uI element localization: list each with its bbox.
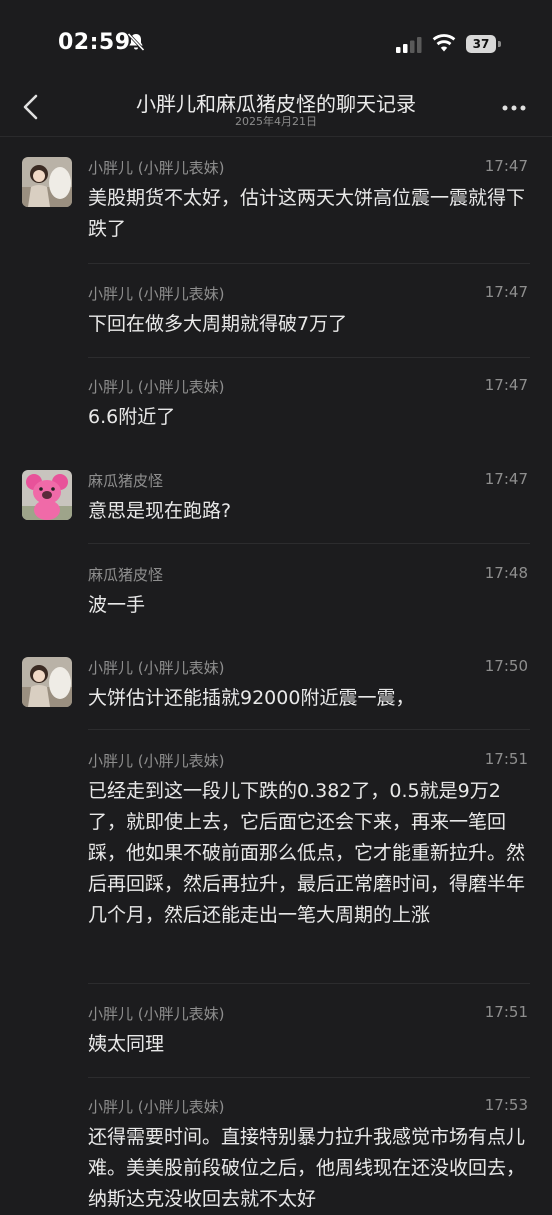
message-time: 17:51 xyxy=(484,750,528,768)
wifi-icon xyxy=(432,34,456,52)
message-time: 17:47 xyxy=(484,470,528,488)
avatar[interactable] xyxy=(22,157,72,207)
message-text: 意思是现在跑路? xyxy=(88,500,232,522)
sender-name: 小胖儿 (小胖儿表妹) xyxy=(88,1005,225,1023)
divider xyxy=(88,543,530,544)
page-date: 2025年4月21日 xyxy=(235,115,317,128)
message-time: 17:47 xyxy=(484,376,528,394)
message-time: 17:53 xyxy=(484,1096,528,1114)
divider xyxy=(88,729,530,730)
message-text: 波一手 xyxy=(88,594,146,616)
battery-level: 37 xyxy=(466,35,496,53)
sender-name: 小胖儿 (小胖儿表妹) xyxy=(88,659,225,677)
battery-indicator: 37 xyxy=(466,35,502,53)
message-time: 17:51 xyxy=(484,1003,528,1021)
sender-name: 小胖儿 (小胖儿表妹) xyxy=(88,285,225,303)
divider xyxy=(88,983,530,984)
message-text: 姨太同理 xyxy=(88,1033,165,1055)
message-time: 17:47 xyxy=(484,283,528,301)
avatar[interactable] xyxy=(22,657,72,707)
cellular-signal-icon xyxy=(396,37,422,53)
sender-name: 小胖儿 (小胖儿表妹) xyxy=(88,378,225,396)
message-time: 17:48 xyxy=(484,564,528,582)
sender-name: 小胖儿 (小胖儿表妹) xyxy=(88,159,225,177)
message-text: 6.6附近了 xyxy=(88,406,176,428)
chat-record-header: 小胖儿和麻瓜猪皮怪的聊天记录 2025年4月21日 xyxy=(0,88,552,137)
message-text: 美股期货不太好，估计这两天大饼高位震一震就得下跌了 xyxy=(88,187,526,240)
divider xyxy=(88,263,530,264)
sender-name: 小胖儿 (小胖儿表妹) xyxy=(88,1098,225,1116)
message-text: 已经走到这一段儿下跌的0.382了，0.5就是9万2了，就即使上去，它后面它还会… xyxy=(88,780,526,926)
status-time: 02:59 xyxy=(58,30,131,55)
sender-name: 麻瓜猪皮怪 xyxy=(88,566,164,584)
status-bar: 02:59 37 xyxy=(0,0,552,88)
message-text: 下回在做多大周期就得破7万了 xyxy=(88,313,348,335)
message-text: 还得需要时间。直接特别暴力拉升我感觉市场有点儿难。美美股前段破位之后，他周线现在… xyxy=(88,1126,526,1210)
message-time: 17:50 xyxy=(484,657,528,675)
battery-tip xyxy=(498,41,501,47)
divider xyxy=(88,1077,530,1078)
more-icon[interactable] xyxy=(500,96,528,116)
message-time: 17:47 xyxy=(484,157,528,175)
divider xyxy=(88,357,530,358)
bell-mute-icon xyxy=(127,32,145,52)
message-text: 大饼估计还能插就92000附近震一震， xyxy=(88,687,415,709)
sender-name: 麻瓜猪皮怪 xyxy=(88,472,164,490)
avatar[interactable] xyxy=(22,470,72,520)
sender-name: 小胖儿 (小胖儿表妹) xyxy=(88,752,225,770)
